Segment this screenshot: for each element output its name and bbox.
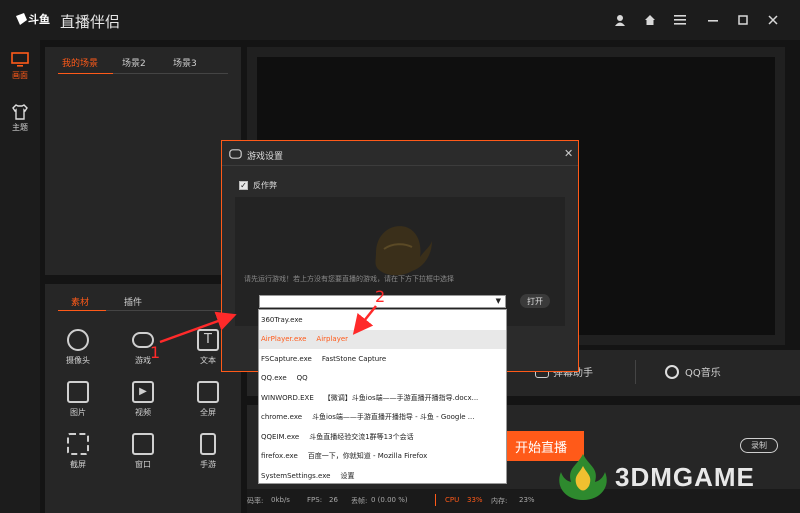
minimize-icon[interactable]	[703, 10, 723, 30]
divider	[435, 494, 436, 506]
tool-screenshot[interactable]: 截屏	[53, 433, 103, 470]
cpu-value: 33%	[467, 496, 483, 504]
anti-cheat-checkbox[interactable]: ✓	[239, 181, 248, 190]
tab-scene-2[interactable]: 场景2	[122, 56, 146, 69]
image-icon	[67, 381, 89, 403]
dropdown-option[interactable]: firefox.exe 百度一下，你就知道 - Mozilla Firefox	[259, 447, 506, 467]
shirt-icon	[12, 104, 28, 120]
dropdown-option[interactable]: 360Tray.exe	[259, 310, 506, 330]
tab-plugins[interactable]: 插件	[124, 295, 142, 308]
dropdown-option[interactable]: SystemSettings.exe 设置	[259, 466, 506, 486]
dropped-value: 0 (0.00 %)	[371, 496, 408, 504]
scene-panel: 我的场景 场景2 场景3	[45, 47, 241, 275]
annotation-label-2: 2	[375, 287, 386, 306]
menu-icon[interactable]	[670, 10, 690, 30]
tool-image[interactable]: 图片	[53, 381, 103, 418]
douyu-logo: 斗鱼	[14, 10, 52, 30]
record-button[interactable]: 录制	[740, 438, 778, 453]
title-bar: 斗鱼 直播伴侣	[0, 0, 800, 40]
qq-music[interactable]: QQ音乐	[665, 364, 721, 379]
mem-label: 内存:	[491, 497, 508, 505]
tool-video[interactable]: ▶ 视频	[118, 381, 168, 418]
fps-label: FPS:	[307, 496, 323, 504]
divider	[635, 360, 636, 384]
fps-value: 26	[329, 496, 338, 504]
rail-label: 主题	[12, 123, 28, 132]
fullscreen-icon	[197, 381, 219, 403]
phone-icon	[200, 433, 216, 455]
maximize-icon[interactable]	[733, 10, 753, 30]
crop-icon	[67, 433, 89, 455]
active-tab-underline	[58, 310, 106, 311]
user-icon[interactable]	[610, 10, 630, 30]
tool-game[interactable]: 游戏	[118, 329, 168, 366]
dropdown-option[interactable]: FSCapture.exe FastStone Capture	[259, 349, 506, 369]
tool-camera[interactable]: 摄像头	[53, 329, 103, 366]
tab-divider	[113, 73, 228, 74]
dropdown-option[interactable]: WINWORD.EXE 【微调】斗鱼ios端——手游直播开播指导.docx...	[259, 388, 506, 408]
material-panel: 素材 插件 摄像头 游戏 T 文本 图片 ▶ 视频 全屏 截屏 窗口 手游	[45, 284, 241, 513]
tool-mobile-game[interactable]: 手游	[183, 433, 233, 470]
active-tab-underline	[58, 73, 113, 74]
cpu-label: CPU	[445, 496, 460, 504]
dialog-hint: 请先运行游戏！若上方没有您要直播的游戏，请在下方下拉框中选择	[244, 275, 454, 283]
tab-my-scene[interactable]: 我的场景	[62, 56, 98, 69]
close-icon[interactable]	[763, 10, 783, 30]
text-icon: T	[197, 329, 219, 351]
flame-logo-icon	[559, 454, 607, 500]
tool-window[interactable]: 窗口	[118, 433, 168, 470]
anti-cheat-label: 反作弊	[253, 181, 277, 190]
rail-item-theme[interactable]: 主题	[0, 104, 40, 133]
dialog-close-icon[interactable]: ✕	[564, 147, 573, 160]
rail-item-scene[interactable]: 画面	[0, 52, 40, 81]
svg-text:斗鱼: 斗鱼	[28, 12, 50, 26]
gamepad-icon	[229, 149, 242, 162]
rail-label: 画面	[12, 71, 28, 80]
bitrate-value: 0kb/s	[271, 496, 290, 504]
tool-fullscreen[interactable]: 全屏	[183, 381, 233, 418]
left-rail: 画面 主题	[0, 40, 40, 513]
mem-value: 23%	[519, 496, 535, 504]
bitrate-label: 码率:	[247, 497, 264, 505]
open-button[interactable]: 打开	[520, 294, 550, 308]
camera-icon	[67, 329, 89, 351]
app-title: 直播伴侣	[60, 13, 121, 31]
dropped-label: 丢帧:	[351, 497, 368, 505]
chevron-down-icon: ▼	[495, 297, 501, 305]
home-icon[interactable]	[640, 10, 660, 30]
video-icon: ▶	[132, 381, 154, 403]
tab-materials[interactable]: 素材	[71, 295, 89, 308]
window-icon	[132, 433, 154, 455]
dropdown-option[interactable]: QQEIM.exe 斗鱼直播经验交流1群等13个会话	[259, 427, 506, 447]
dialog-title: 游戏设置	[247, 152, 284, 162]
dropdown-option-selected[interactable]: AirPlayer.exe Airplayer	[259, 329, 506, 349]
qq-music-icon	[665, 364, 679, 379]
dropdown-option[interactable]: QQ.exe QQ	[259, 369, 506, 389]
tab-scene-3[interactable]: 场景3	[173, 56, 197, 69]
monitor-icon	[11, 52, 29, 67]
watermark: 3DMGAME	[555, 452, 755, 502]
game-dropdown-list: 360Tray.exe AirPlayer.exe Airplayer FSCap…	[258, 309, 507, 484]
annotation-label-1: 1	[150, 343, 161, 362]
dialog-header-divider	[222, 165, 578, 166]
dropdown-option[interactable]: chrome.exe 斗鱼ios端——手游直播开播指导 - 斗鱼 - Google…	[259, 408, 506, 428]
watermark-text: 3DMGAME	[615, 461, 755, 492]
